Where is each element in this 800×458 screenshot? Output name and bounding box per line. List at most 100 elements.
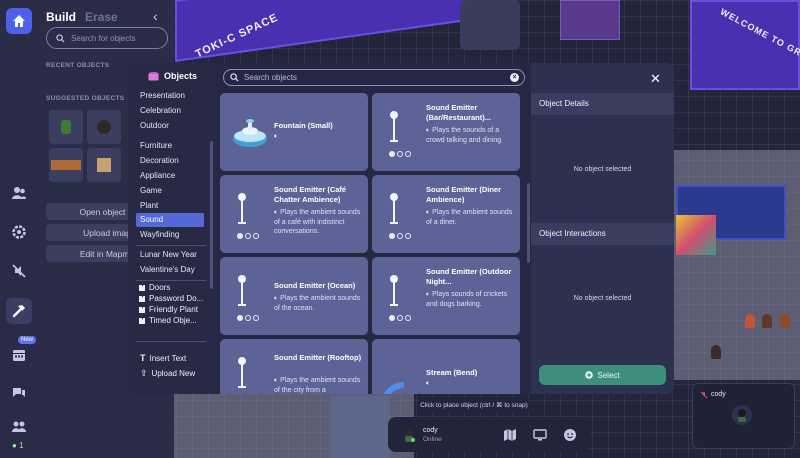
variant-dot[interactable] [397,151,403,157]
category-friendly-plant[interactable]: Friendly Plant [138,305,198,314]
upload-icon: ⇪ [140,368,148,378]
category-game[interactable]: Game [136,184,204,198]
emoji-icon[interactable] [563,428,577,442]
card-title: Stream (Bend) [426,368,478,377]
video-tile[interactable]: cody [692,383,795,449]
settings-button[interactable] [6,219,32,245]
tab-build[interactable]: Build [46,10,76,24]
variant-dot[interactable] [397,315,403,321]
mute-button[interactable] [6,258,32,284]
variant-dot[interactable] [389,315,395,321]
object-card-cafe-chatter[interactable]: Sound Emitter (Café Chatter Ambience) 🔈︎… [220,175,368,253]
mic-muted-icon [700,391,708,399]
object-card-outdoor-night[interactable]: Sound Emitter (Outdoor Night... 🔈︎ Plays… [372,257,520,335]
category-celebration[interactable]: Celebration [136,104,204,118]
sound-emitter-icon [238,357,246,388]
category-outdoor[interactable]: Outdoor [136,119,204,133]
variant-dot[interactable] [245,233,251,239]
category-furniture[interactable]: Furniture [136,139,204,153]
category-divider [136,280,206,281]
objects-search-placeholder: Search objects [244,73,297,82]
category-doors[interactable]: Doors [138,283,170,292]
category-decoration[interactable]: Decoration [136,154,204,168]
variant-dot[interactable] [253,233,259,239]
world-decoration [560,0,620,40]
clear-search-icon[interactable]: × [510,73,519,82]
variant-dot[interactable] [245,315,251,321]
suggested-object-tile[interactable] [49,148,83,182]
card-description-text: Plays the ambient sounds of a café with … [274,209,361,235]
variant-dot[interactable] [405,315,411,321]
variant-dot[interactable] [405,233,411,239]
category-presentation[interactable]: Presentation [136,89,204,103]
category-sound[interactable]: Sound [136,213,204,227]
close-icon[interactable]: ✕ [650,71,661,87]
insert-text-button[interactable]: T Insert Text [140,353,186,363]
world-decoration [460,0,520,50]
category-appliance[interactable]: Appliance [136,169,204,183]
variant-dots[interactable] [389,315,411,321]
category-password-doors[interactable]: Password Do... [138,294,203,303]
chat-button[interactable] [6,380,32,406]
variant-dots[interactable] [389,233,411,239]
sound-emitter-icon [390,275,398,306]
variant-dot[interactable] [397,233,403,239]
puzzle-icon [139,295,145,302]
variant-dots[interactable] [389,151,411,157]
calendar-button[interactable] [6,342,32,368]
map-icon[interactable] [503,428,517,442]
suggested-object-tile[interactable] [87,148,121,182]
object-card-rooftop[interactable]: Sound Emitter (Rooftop) 🔈︎ Plays the amb… [220,339,368,394]
online-count-value: 1 [19,441,24,450]
muted-icon [12,264,26,278]
object-grid: Fountain (Small) 🔈︎ Sound Emitter (Bar/R… [220,93,526,394]
variant-dot[interactable] [405,151,411,157]
screen-share-icon[interactable] [533,428,547,442]
category-plant[interactable]: Plant [136,199,204,213]
variant-dot[interactable] [237,315,243,321]
chat-icon [13,388,25,397]
category-valentines-day[interactable]: Valentine's Day [136,263,204,277]
objects-modal: Objects Presentation Celebration Outdoor… [128,63,674,394]
object-interactions-header: Object Interactions [531,223,674,245]
object-card-bar-restaurant[interactable]: Sound Emitter (Bar/Restaurant)... 🔈︎ Pla… [372,93,520,171]
home-button[interactable] [6,8,32,34]
variant-dot[interactable] [389,233,395,239]
collapse-panel-chevron-icon[interactable]: ‹ [153,8,158,24]
suggested-object-tile[interactable] [49,110,83,144]
modal-title-text: Objects [164,71,198,81]
select-button[interactable]: Select [539,365,666,385]
suggested-object-tile[interactable] [87,110,121,144]
world-platform [175,0,475,62]
category-lunar-new-year[interactable]: Lunar New Year [136,248,204,262]
category-timed-objects[interactable]: Timed Obje... [138,316,197,325]
variant-dot[interactable] [237,233,243,239]
sound-emitter-icon [390,111,398,142]
tab-erase[interactable]: Erase [85,10,118,24]
avatar[interactable] [402,428,416,442]
object-card-stream-bend[interactable]: Stream (Bend) 🔈︎ [372,339,520,394]
category-sidebar: Objects Presentation Celebration Outdoor… [128,63,216,394]
category-friendly-plant-label: Friendly Plant [149,305,198,314]
category-scrollbar[interactable] [210,141,213,289]
object-card-diner[interactable]: Sound Emitter (Diner Ambience) 🔈︎ Plays … [372,175,520,253]
people-button[interactable] [6,180,32,206]
object-card-fountain[interactable]: Fountain (Small) 🔈︎ [220,93,368,171]
participants-button[interactable] [6,414,32,440]
variant-dot[interactable] [389,151,395,157]
object-card-ocean[interactable]: Sound Emitter (Ocean) 🔈︎ Plays the ambie… [220,257,368,335]
upload-new-button[interactable]: ⇪ Upload New [140,368,195,379]
build-button[interactable] [6,298,32,324]
fountain-icon [233,119,267,147]
objects-search-input[interactable]: Search objects × [223,69,525,86]
details-panel: Object Details No object selected Object… [531,63,674,394]
category-wayfinding[interactable]: Wayfinding [136,228,204,242]
search-icon [230,73,239,82]
variant-dots[interactable] [237,315,259,321]
build-search-input[interactable]: Search for objects [46,27,168,49]
variant-dot[interactable] [253,315,259,321]
participants-icon [12,421,26,432]
suggested-objects-heading: SUGGESTED OBJECTS [46,95,125,102]
variant-dots[interactable] [237,233,259,239]
grid-scrollbar[interactable] [527,183,530,263]
